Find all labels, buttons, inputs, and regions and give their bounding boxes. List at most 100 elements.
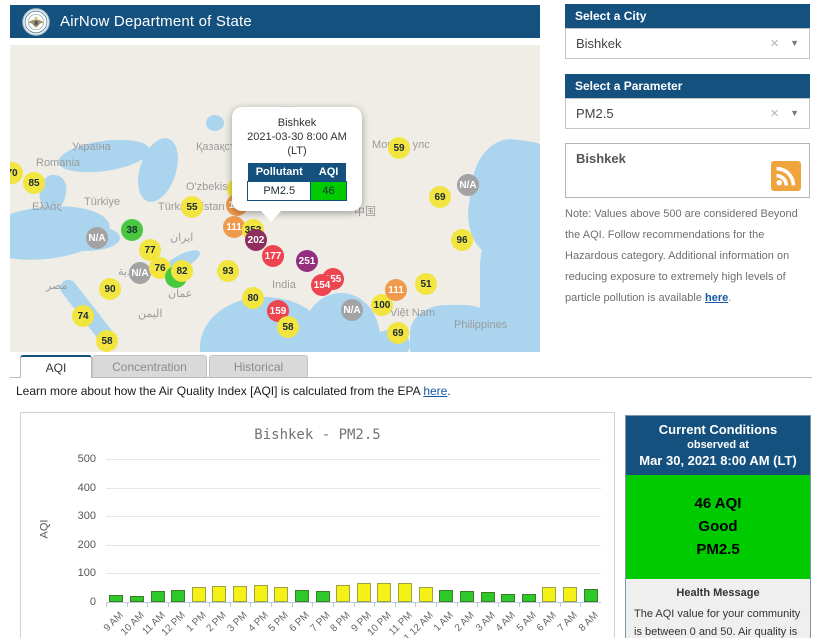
chart-bar[interactable] [439,589,454,602]
chart-bar[interactable] [398,582,413,602]
cc-aqi-block: 46 AQI Good PM2.5 [626,475,810,579]
aqi-map-marker[interactable]: 55 [181,196,203,218]
chart-bar[interactable] [583,588,598,602]
chart-bar[interactable] [480,591,495,602]
cc-health-text: The AQI value for your community is betw… [634,608,801,638]
chart-bar[interactable] [233,586,248,602]
city-combobox[interactable]: Bishkek × ▼ [565,28,810,59]
current-conditions-header: Current Conditions observed at Mar 30, 2… [626,416,810,475]
aqi-map-marker[interactable]: N/A [86,227,108,249]
feed-city-name: Bishkek [576,151,626,166]
x-axis-tick [126,603,128,607]
tab-aqi[interactable]: AQI [20,355,92,378]
cc-health-block: Health Message The AQI value for your co… [626,579,810,638]
parameter-clear-icon[interactable]: × [770,99,779,128]
aqi-map-marker[interactable]: 58 [96,330,118,352]
map-country-label: مصر [46,280,68,292]
x-axis-tick [291,603,293,607]
learn-more-period: . [447,384,451,398]
cc-aqi-category: Good [698,518,738,535]
aqi-map-marker[interactable]: 90 [99,278,121,300]
current-conditions-panel: Current Conditions observed at Mar 30, 2… [625,415,811,638]
chart-gridline [106,544,601,546]
chart-bar[interactable] [274,587,289,602]
aqi-map-marker[interactable]: 154 [311,274,333,296]
app-header: AirNow Department of State [10,5,540,38]
aqi-bar-chart: Bishkek - PM2.5 AQI 0 100 200 300 400 500 9 AM… [20,412,615,638]
select-parameter-header: Select a Parameter [565,74,810,98]
water-pacific-east [480,225,540,352]
aqi-map-marker[interactable]: 69 [387,322,409,344]
chart-gridline [106,459,601,460]
chart-bar[interactable] [418,587,433,602]
aqi-map[interactable]: Україна Romania Ελλάς Türkiye Қазақстан O'zbe… [10,45,540,352]
map-country-label: Türkiye [84,196,121,208]
chart-bar[interactable] [501,594,516,602]
x-axis-tick [229,603,231,607]
chart-bar[interactable] [294,589,309,602]
water-mediterranean-east [50,225,120,251]
aqi-map-marker[interactable]: 70 [10,162,23,184]
x-axis-tick [106,603,107,607]
aqi-map-marker[interactable]: N/A [341,299,363,321]
tab-concentration[interactable]: Concentration [92,355,207,378]
learn-more-here-link[interactable]: here [423,384,447,398]
chart-bar[interactable] [253,585,268,602]
chart-bar[interactable] [336,584,351,602]
aqi-map-marker[interactable]: 93 [217,260,239,282]
rss-feed-icon[interactable] [771,161,801,191]
tab-historical[interactable]: Historical [209,355,308,378]
parameter-combobox[interactable]: PM2.5 × ▼ [565,98,810,129]
learn-more-text: Learn more about how the Air Quality Ind… [16,384,424,398]
chart-bar[interactable] [315,590,330,602]
x-axis-tick [147,603,149,607]
chart-bar[interactable] [171,589,186,602]
map-country-label: India [272,279,296,291]
chart-bar[interactable] [377,583,392,602]
aqi-map-marker[interactable]: 177 [262,245,284,267]
chart-bar[interactable] [356,583,371,602]
cc-aqi-value: 46 AQI [694,495,742,512]
water-aral-sea [206,115,224,131]
aqi-map-marker[interactable]: 85 [23,172,45,194]
parameter-value: PM2.5 [576,106,614,121]
aqi-map-marker[interactable]: 51 [415,273,437,295]
select-city-header: Select a City [565,4,810,28]
aqi-map-marker[interactable]: 82 [171,260,193,282]
aqi-map-marker[interactable]: 80 [242,287,264,309]
aqi-map-marker[interactable]: 74 [72,305,94,327]
chart-bar[interactable] [191,587,206,602]
parameter-dropdown-icon[interactable]: ▼ [790,99,799,128]
chart-bar[interactable] [563,587,578,602]
chart-bar[interactable] [129,595,144,602]
city-clear-icon[interactable]: × [770,29,779,58]
city-dropdown-icon[interactable]: ▼ [790,29,799,58]
x-axis-tick [497,603,499,607]
aqi-map-marker[interactable]: N/A [457,174,479,196]
y-axis-tick-label: 500 [77,453,96,465]
aqi-map-marker[interactable]: 96 [451,229,473,251]
x-axis-tick [353,603,355,607]
cc-aqi-parameter: PM2.5 [696,541,740,558]
chart-bar[interactable] [150,590,165,602]
chart-bar[interactable] [459,591,474,602]
aqi-map-marker[interactable]: 38 [121,219,143,241]
popup-aqi-value: 46 [310,181,347,201]
chart-bar[interactable] [109,594,124,602]
city-value: Bishkek [576,36,622,51]
note-here-link[interactable]: here [705,292,728,304]
aqi-map-marker[interactable]: N/A [129,262,151,284]
aqi-map-marker[interactable]: 111 [385,279,407,301]
chart-bar[interactable] [521,594,536,602]
chart-bar[interactable] [542,587,557,602]
aqi-map-marker[interactable]: 58 [277,316,299,338]
x-axis-tick [456,603,458,607]
department-of-state-seal-icon [22,7,50,36]
aqi-map-marker[interactable]: 202 [245,229,267,251]
map-country-label: Ελλάς [32,201,62,213]
aqi-map-marker[interactable]: 251 [296,250,318,272]
aqi-map-marker[interactable]: 59 [388,137,410,159]
chart-bar[interactable] [212,586,227,602]
x-axis-tick [374,603,376,607]
aqi-map-marker[interactable]: 69 [429,186,451,208]
